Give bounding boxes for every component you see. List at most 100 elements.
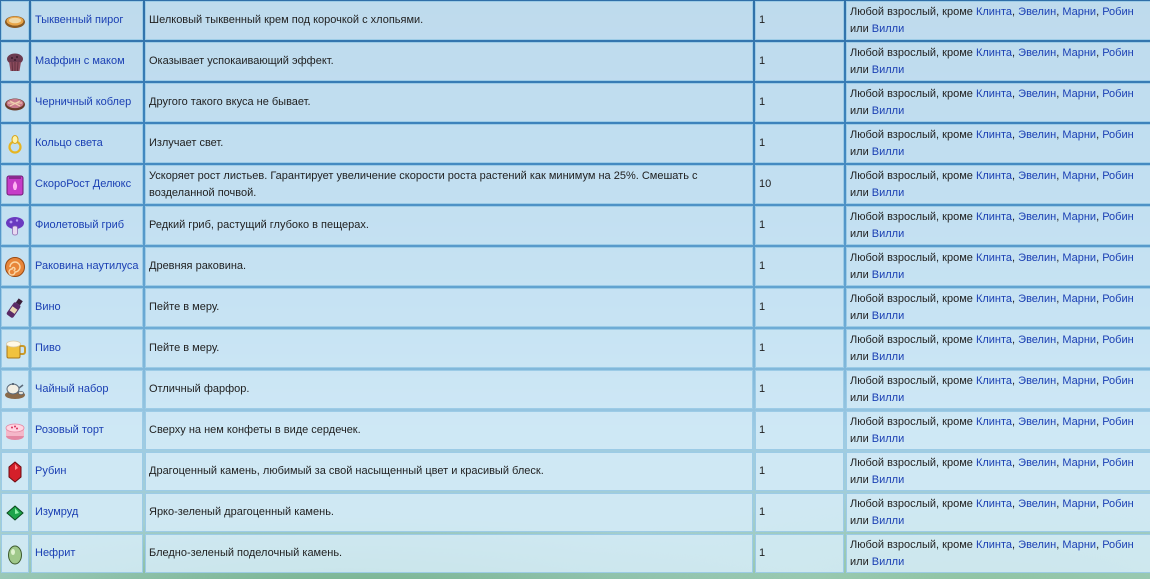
item-name-link[interactable]: Кольцо света [35, 137, 103, 149]
link-evelyn[interactable]: Эвелин [1018, 416, 1056, 428]
link-clint[interactable]: Клинта [976, 498, 1012, 510]
link-willy[interactable]: Вилли [872, 515, 904, 527]
link-marnie[interactable]: Марни [1062, 498, 1096, 510]
link-robin[interactable]: Робин [1102, 170, 1134, 182]
link-evelyn[interactable]: Эвелин [1018, 375, 1056, 387]
link-marnie[interactable]: Марни [1062, 293, 1096, 305]
link-robin[interactable]: Робин [1102, 6, 1134, 18]
link-willy[interactable]: Вилли [872, 228, 904, 240]
item-icon-cell [1, 493, 29, 532]
link-marnie[interactable]: Марни [1062, 334, 1096, 346]
link-clint[interactable]: Клинта [976, 293, 1012, 305]
link-clint[interactable]: Клинта [976, 47, 1012, 59]
link-marnie[interactable]: Марни [1062, 6, 1096, 18]
link-robin[interactable]: Робин [1102, 539, 1134, 551]
link-robin[interactable]: Робин [1102, 88, 1134, 100]
link-willy[interactable]: Вилли [872, 64, 904, 76]
link-marnie[interactable]: Марни [1062, 252, 1096, 264]
link-clint[interactable]: Клинта [976, 129, 1012, 141]
link-willy[interactable]: Вилли [872, 351, 904, 363]
link-evelyn[interactable]: Эвелин [1018, 211, 1056, 223]
table-row: Черничный коблер Другого такого вкуса не … [1, 83, 1150, 122]
link-marnie[interactable]: Марни [1062, 416, 1096, 428]
item-icon-cell [1, 165, 29, 204]
link-robin[interactable]: Робин [1102, 498, 1134, 510]
link-marnie[interactable]: Марни [1062, 47, 1096, 59]
recipients-cell: Любой взрослый, кроме Клинта, Эвелин, Ма… [846, 165, 1150, 204]
link-evelyn[interactable]: Эвелин [1018, 457, 1056, 469]
link-evelyn[interactable]: Эвелин [1018, 47, 1056, 59]
link-clint[interactable]: Клинта [976, 6, 1012, 18]
item-name-link[interactable]: СкороРост Делюкс [35, 178, 131, 190]
link-marnie[interactable]: Марни [1062, 129, 1096, 141]
item-quantity: 1 [755, 370, 844, 409]
link-willy[interactable]: Вилли [872, 310, 904, 322]
link-robin[interactable]: Робин [1102, 334, 1134, 346]
item-name-link[interactable]: Фиолетовый гриб [35, 219, 124, 231]
link-marnie[interactable]: Марни [1062, 539, 1096, 551]
link-marnie[interactable]: Марни [1062, 375, 1096, 387]
link-evelyn[interactable]: Эвелин [1018, 6, 1056, 18]
item-description: Пейте в меру. [145, 288, 753, 327]
link-clint[interactable]: Клинта [976, 211, 1012, 223]
link-robin[interactable]: Робин [1102, 129, 1134, 141]
item-icon-cell [1, 534, 29, 573]
link-clint[interactable]: Клинта [976, 416, 1012, 428]
link-evelyn[interactable]: Эвелин [1018, 170, 1056, 182]
link-marnie[interactable]: Марни [1062, 211, 1096, 223]
item-name-link[interactable]: Раковина наутилуса [35, 260, 139, 272]
item-name-link[interactable]: Нефрит [35, 547, 75, 559]
link-evelyn[interactable]: Эвелин [1018, 334, 1056, 346]
link-robin[interactable]: Робин [1102, 293, 1134, 305]
link-willy[interactable]: Вилли [872, 105, 904, 117]
recipients-prefix: Любой взрослый, кроме [850, 210, 976, 223]
item-name-link[interactable]: Маффин с маком [35, 55, 125, 67]
item-name-link[interactable]: Розовый торт [35, 424, 104, 436]
link-robin[interactable]: Робин [1102, 47, 1134, 59]
link-clint[interactable]: Клинта [976, 88, 1012, 100]
link-willy[interactable]: Вилли [872, 269, 904, 281]
item-quantity: 1 [755, 452, 844, 491]
link-marnie[interactable]: Марни [1062, 457, 1096, 469]
item-description: Пейте в меру. [145, 329, 753, 368]
link-marnie[interactable]: Марни [1062, 88, 1096, 100]
link-evelyn[interactable]: Эвелин [1018, 252, 1056, 264]
link-robin[interactable]: Робин [1102, 375, 1134, 387]
link-robin[interactable]: Робин [1102, 211, 1134, 223]
item-name-link[interactable]: Черничный коблер [35, 96, 131, 108]
item-name-link[interactable]: Тыквенный пирог [35, 14, 123, 26]
item-name-link[interactable]: Рубин [35, 465, 66, 477]
item-quantity: 1 [755, 83, 844, 122]
link-evelyn[interactable]: Эвелин [1018, 498, 1056, 510]
item-name-link[interactable]: Вино [35, 301, 61, 313]
item-icon-cell [1, 1, 29, 40]
recipients-cell: Любой взрослый, кроме Клинта, Эвелин, Ма… [846, 83, 1150, 122]
link-robin[interactable]: Робин [1102, 416, 1134, 428]
item-name-link[interactable]: Чайный набор [35, 383, 109, 395]
link-clint[interactable]: Клинта [976, 539, 1012, 551]
link-evelyn[interactable]: Эвелин [1018, 129, 1056, 141]
link-marnie[interactable]: Марни [1062, 170, 1096, 182]
link-willy[interactable]: Вилли [872, 146, 904, 158]
link-evelyn[interactable]: Эвелин [1018, 293, 1056, 305]
link-clint[interactable]: Клинта [976, 375, 1012, 387]
link-evelyn[interactable]: Эвелин [1018, 88, 1056, 100]
link-willy[interactable]: Вилли [872, 433, 904, 445]
link-willy[interactable]: Вилли [872, 556, 904, 568]
item-description: Шелковый тыквенный крем под корочкой с х… [145, 1, 753, 40]
link-clint[interactable]: Клинта [976, 170, 1012, 182]
item-name-link[interactable]: Изумруд [35, 506, 78, 518]
link-clint[interactable]: Клинта [976, 334, 1012, 346]
link-clint[interactable]: Клинта [976, 457, 1012, 469]
link-willy[interactable]: Вилли [872, 392, 904, 404]
link-willy[interactable]: Вилли [872, 474, 904, 486]
item-name-link[interactable]: Пиво [35, 342, 61, 354]
link-clint[interactable]: Клинта [976, 252, 1012, 264]
link-robin[interactable]: Робин [1102, 252, 1134, 264]
link-willy[interactable]: Вилли [872, 23, 904, 35]
recipients-prefix: Любой взрослый, кроме [850, 46, 976, 59]
link-willy[interactable]: Вилли [872, 187, 904, 199]
link-evelyn[interactable]: Эвелин [1018, 539, 1056, 551]
link-robin[interactable]: Робин [1102, 457, 1134, 469]
item-quantity: 1 [755, 288, 844, 327]
